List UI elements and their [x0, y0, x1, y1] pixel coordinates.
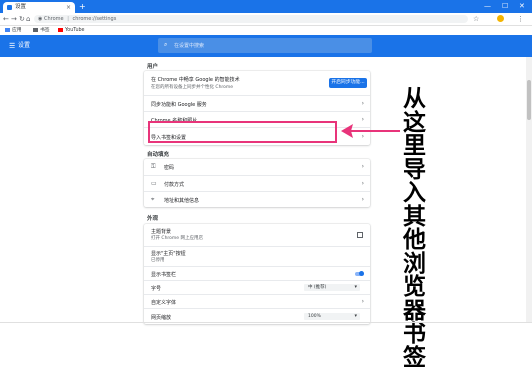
addresses-row[interactable]: ⌖ 地址和其他信息 ›	[144, 191, 370, 208]
external-link-icon	[357, 232, 363, 238]
new-tab-button[interactable]: +	[79, 2, 86, 12]
theme-label: 主题背景	[151, 229, 172, 235]
youtube-icon	[58, 27, 63, 32]
bookmark-star-icon[interactable]: ☆	[473, 14, 479, 24]
maximize-icon[interactable]: ☐	[502, 1, 508, 11]
browser-window: 设置 × + — ☐ ✕ ← → ↻ ⌂ ◉ Chrome | chrome:/…	[0, 0, 532, 369]
menu-kebab-icon[interactable]: ⋮	[517, 14, 524, 24]
annotation-arrow	[341, 124, 400, 138]
location-pin-icon: ⌖	[151, 196, 155, 203]
home-button-status: 已停用	[151, 258, 165, 263]
main-menu-icon[interactable]: ☰	[9, 42, 15, 50]
scrollbar-thumb[interactable]	[527, 80, 531, 120]
reload-icon[interactable]: ↻	[19, 14, 25, 24]
sync-promo-title: 在 Chrome 中畅享 Google 的智能技术	[151, 77, 240, 83]
theme-row[interactable]: 主题背景 打开 Chrome 网上应用店	[144, 224, 370, 246]
search-placeholder: 在设置中搜索	[174, 43, 205, 49]
section-title-autofill: 自动填充	[147, 152, 170, 158]
search-icon: ⌕	[164, 41, 168, 48]
bookmark-icon	[33, 27, 38, 32]
row-label: 地址和其他信息	[164, 198, 200, 204]
chevron-down-icon: ▾	[354, 284, 357, 290]
autofill-card: ⚿ 密码 › ▭ 付款方式 › ⌖ 地址和其他信息 ›	[144, 159, 370, 207]
chevron-right-icon: ›	[361, 100, 364, 107]
settings-header: ☰ 设置 ⌕ 在设置中搜索	[0, 35, 532, 57]
browser-toolbar: ← → ↻ ⌂ ◉ Chrome | chrome://settings ☆ ⋮	[0, 13, 532, 26]
turn-on-sync-button[interactable]: 开启同步功能...	[329, 78, 367, 88]
forward-icon[interactable]: →	[11, 14, 17, 24]
section-title-people: 用户	[147, 64, 159, 70]
arrowhead-icon	[341, 124, 353, 138]
tab-title: 设置	[15, 4, 27, 10]
chevron-right-icon: ›	[361, 180, 364, 187]
row-label: 密码	[164, 165, 175, 171]
chevron-right-icon: ›	[361, 116, 364, 123]
payment-methods-row[interactable]: ▭ 付款方式 ›	[144, 175, 370, 192]
bookmark-folder[interactable]: 书签	[33, 26, 50, 35]
appearance-card: 主题背景 打开 Chrome 网上应用店 显示"主页"按钮 已停用 显示书签栏 …	[144, 224, 370, 324]
font-size-label: 字号	[151, 286, 162, 292]
chevron-right-icon: ›	[361, 298, 364, 305]
sync-promo-row: 在 Chrome 中畅享 Google 的智能技术 在您的所有设备上同步并个性化…	[144, 71, 370, 95]
chrome-page-icon: ◉	[38, 16, 43, 22]
annotation-text: 从这里导入其他浏览器书签	[403, 86, 426, 371]
tab-close-icon[interactable]: ×	[66, 2, 71, 13]
key-icon: ⚿	[151, 163, 156, 170]
font-size-select[interactable]: 中 (推荐) ▾	[304, 284, 360, 291]
sync-promo-subtitle: 在您的所有设备上同步并个性化 Chrome	[151, 85, 234, 90]
tab-settings[interactable]: 设置 ×	[3, 2, 75, 13]
home-button-row[interactable]: 显示"主页"按钮 已停用	[144, 246, 370, 267]
row-label: 同步功能和 Google 服务	[151, 102, 207, 108]
passwords-row[interactable]: ⚿ 密码 ›	[144, 159, 370, 175]
page-zoom-label: 网页缩放	[151, 315, 172, 321]
font-size-row: 字号 中 (推荐) ▾	[144, 280, 370, 295]
credit-card-icon: ▭	[151, 180, 157, 187]
chevron-right-icon: ›	[361, 163, 364, 170]
font-size-value: 中 (推荐)	[308, 285, 327, 290]
chevron-right-icon: ›	[361, 196, 364, 203]
custom-fonts-label: 自定义字体	[151, 300, 177, 306]
close-window-icon[interactable]: ✕	[519, 1, 525, 11]
toggle-knob	[359, 271, 364, 276]
minimize-icon[interactable]: —	[484, 1, 491, 11]
page-zoom-value: 100%	[308, 314, 321, 319]
bookmarks-bar-label: 显示书签栏	[151, 272, 177, 278]
address-url: chrome://settings	[72, 16, 117, 22]
settings-search-input[interactable]: ⌕ 在设置中搜索	[158, 38, 372, 53]
custom-fonts-row[interactable]: 自定义字体 ›	[144, 294, 370, 309]
tab-strip: 设置 × + — ☐ ✕	[0, 0, 532, 13]
bookmarks-bar: 应用 书签 YouTube	[0, 26, 532, 35]
profile-avatar[interactable]	[497, 15, 504, 22]
bookmark-youtube[interactable]: YouTube	[58, 26, 85, 35]
address-bar[interactable]: ◉ Chrome | chrome://settings	[34, 15, 468, 23]
bookmarks-bar-row[interactable]: 显示书签栏	[144, 266, 370, 281]
home-button-label: 显示"主页"按钮	[151, 251, 186, 257]
page-title: 设置	[18, 42, 31, 49]
bookmark-apps[interactable]: 应用	[5, 26, 22, 35]
home-icon[interactable]: ⌂	[26, 14, 30, 24]
row-label: 付款方式	[164, 182, 185, 188]
theme-subtitle: 打开 Chrome 网上应用店	[151, 236, 204, 241]
settings-favicon-icon	[7, 5, 12, 10]
section-title-appearance: 外观	[147, 216, 159, 222]
sync-services-row[interactable]: 同步功能和 Google 服务 ›	[144, 95, 370, 112]
chevron-down-icon: ▾	[354, 313, 357, 319]
back-icon[interactable]: ←	[3, 14, 9, 24]
address-separator: |	[67, 16, 69, 22]
import-highlight-box	[148, 121, 337, 143]
page-zoom-select[interactable]: 100% ▾	[304, 313, 360, 320]
address-scheme: Chrome	[43, 16, 64, 22]
apps-icon	[5, 27, 10, 32]
